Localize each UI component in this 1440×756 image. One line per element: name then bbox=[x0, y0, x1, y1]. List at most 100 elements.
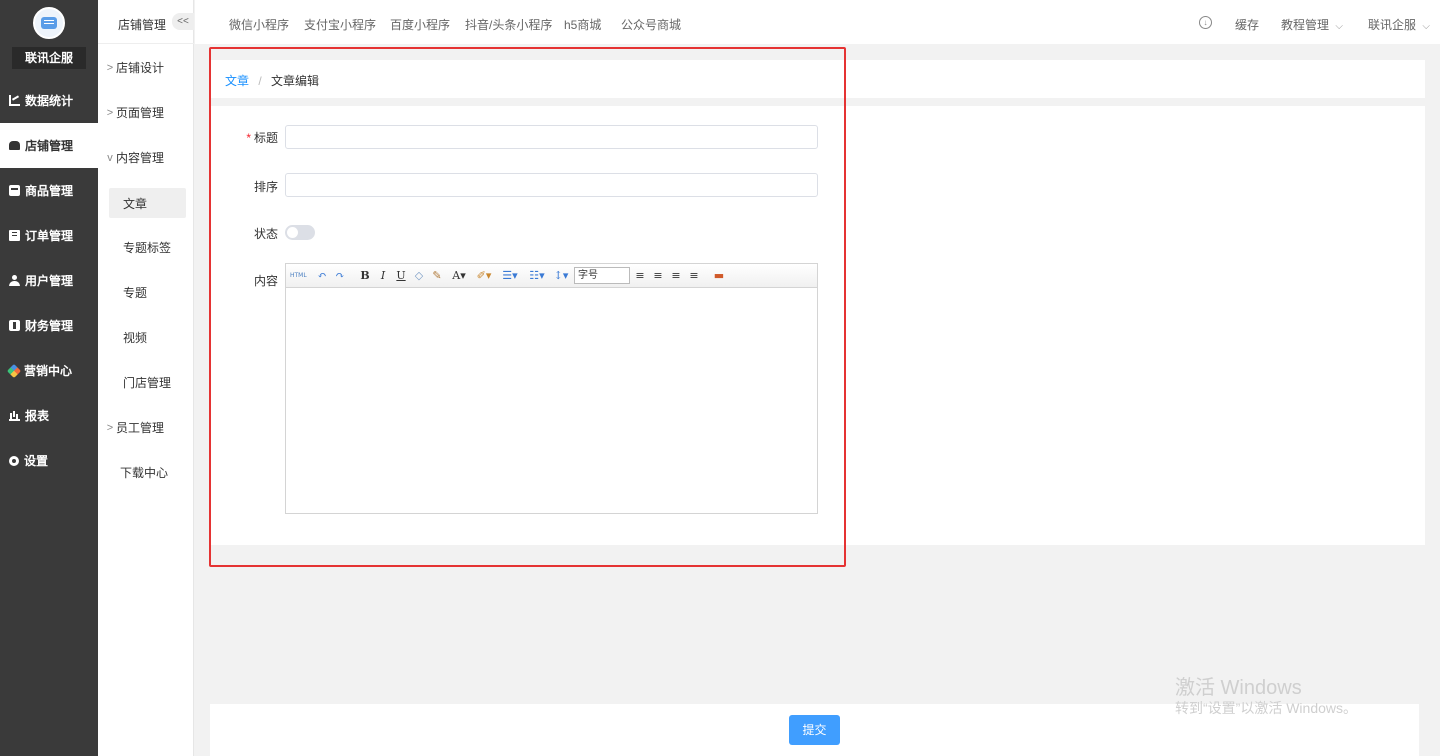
nav-item-label: 商品管理 bbox=[25, 184, 74, 198]
submit-button[interactable]: 提交 bbox=[789, 715, 840, 745]
rich-text-editor: HTML ↶ ↷ B I U ◇ ✎ A▾ ✐▾ ☰▾ ☷▾ ↕▾ 字号 ≡ ≡… bbox=[285, 263, 818, 514]
editor-toolbar: HTML ↶ ↷ B I U ◇ ✎ A▾ ✐▾ ☰▾ ☷▾ ↕▾ 字号 ≡ ≡… bbox=[286, 264, 817, 288]
unordered-list-icon[interactable]: ☷▾ bbox=[526, 268, 548, 283]
insert-image-icon[interactable]: ▬ bbox=[712, 268, 726, 283]
nav-item-goods[interactable]: 商品管理 bbox=[0, 168, 98, 213]
settings-icon bbox=[9, 455, 19, 466]
align-center-icon[interactable]: ≡ bbox=[652, 268, 664, 283]
align-left-icon[interactable]: ≡ bbox=[634, 268, 646, 283]
sub-sidebar-header: 店铺管理 << bbox=[98, 0, 194, 44]
editor-content-area[interactable] bbox=[286, 289, 817, 513]
chevron-right-icon: > bbox=[106, 421, 114, 434]
bold-icon[interactable]: B bbox=[359, 268, 371, 283]
align-justify-icon[interactable]: ≡ bbox=[688, 268, 700, 283]
sub-item-page-manage[interactable]: > 页面管理 bbox=[98, 90, 194, 135]
sub-item-topics[interactable]: 专题 bbox=[98, 270, 194, 315]
required-mark: * bbox=[246, 131, 251, 145]
nav-item-reports[interactable]: 报表 bbox=[0, 393, 98, 438]
status-toggle[interactable] bbox=[285, 225, 315, 240]
breadcrumb-articles-link[interactable]: 文章 bbox=[225, 74, 249, 88]
nav-item-settings[interactable]: 设置 bbox=[0, 438, 98, 483]
goods-icon bbox=[9, 185, 20, 196]
sub-item-label: 门店管理 bbox=[123, 376, 172, 390]
nav-item-label: 财务管理 bbox=[25, 319, 74, 333]
nav-item-label: 营销中心 bbox=[24, 364, 73, 378]
tutorial-menu[interactable]: 教程管理 ⌵ bbox=[1281, 16, 1343, 33]
sub-item-stores[interactable]: 门店管理 bbox=[98, 360, 194, 405]
nav-item-label: 用户管理 bbox=[25, 274, 74, 288]
sort-label: 排序 bbox=[253, 180, 278, 194]
nav-item-label: 订单管理 bbox=[25, 229, 74, 243]
top-tab-wechat[interactable]: 微信小程序 bbox=[229, 16, 289, 33]
sub-item-downloads[interactable]: 下载中心 bbox=[98, 450, 194, 495]
sub-item-content-manage[interactable]: v 内容管理 bbox=[98, 135, 194, 180]
nav-item-marketing[interactable]: 营销中心 bbox=[0, 348, 98, 393]
top-tab-official[interactable]: 公众号商城 bbox=[621, 16, 681, 33]
sub-item-staff[interactable]: > 员工管理 bbox=[98, 405, 194, 450]
breadcrumb-separator: / bbox=[258, 74, 262, 88]
font-size-select[interactable]: 字号 bbox=[574, 267, 630, 284]
chevron-down-icon: ⌵ bbox=[1335, 21, 1343, 32]
download-icon[interactable]: ↓ bbox=[1199, 16, 1212, 29]
top-tab-h5[interactable]: h5商城 bbox=[564, 16, 601, 33]
top-tab-baidu[interactable]: 百度小程序 bbox=[390, 16, 450, 33]
nav-item-users[interactable]: 用户管理 bbox=[0, 258, 98, 303]
nav-item-stats[interactable]: 数据统计 bbox=[0, 78, 98, 123]
activation-watermark-title: 激活 Windows bbox=[1175, 677, 1302, 699]
chevron-down-icon: ⌵ bbox=[1422, 21, 1430, 32]
redo-icon[interactable]: ↷ bbox=[334, 268, 346, 283]
format-brush-icon[interactable]: ✎ bbox=[431, 268, 443, 283]
sub-item-topic-tags[interactable]: 专题标签 bbox=[98, 225, 194, 270]
eraser-icon[interactable]: ◇ bbox=[413, 268, 425, 283]
sub-item-articles[interactable]: 文章 bbox=[109, 188, 186, 218]
sub-item-label: 文章 bbox=[123, 196, 148, 211]
sub-item-label: 内容管理 bbox=[116, 151, 165, 165]
nav-item-label: 设置 bbox=[24, 454, 49, 468]
content-label: 内容 bbox=[253, 274, 278, 288]
nav-item-label: 店铺管理 bbox=[25, 139, 74, 153]
undo-icon[interactable]: ↶ bbox=[316, 268, 328, 283]
chart-icon bbox=[9, 95, 20, 106]
nav-item-label: 报表 bbox=[25, 409, 50, 423]
sub-item-videos[interactable]: 视频 bbox=[98, 315, 194, 360]
nav-item-orders[interactable]: 订单管理 bbox=[0, 213, 98, 258]
title-input[interactable] bbox=[285, 125, 818, 149]
html-source-icon[interactable]: HTML bbox=[290, 268, 307, 283]
account-name: 联讯企服 bbox=[1368, 18, 1417, 32]
chevron-down-icon: v bbox=[107, 151, 113, 164]
sub-item-label: 专题 bbox=[123, 286, 148, 300]
sub-sidebar-title: 店铺管理 bbox=[118, 18, 167, 32]
sub-item-label: 视频 bbox=[123, 331, 148, 345]
user-icon bbox=[9, 275, 20, 286]
italic-icon[interactable]: I bbox=[377, 268, 389, 283]
sub-item-label: 下载中心 bbox=[120, 466, 169, 480]
sub-item-label: 页面管理 bbox=[116, 106, 165, 120]
sub-item-label: 店铺设计 bbox=[116, 61, 165, 75]
sort-input[interactable] bbox=[285, 173, 818, 197]
font-color-icon[interactable]: A▾ bbox=[449, 268, 469, 283]
top-bar: 微信小程序 支付宝小程序 百度小程序 抖音/头条小程序 h5商城 公众号商城 ↓… bbox=[195, 0, 1440, 44]
top-tab-alipay[interactable]: 支付宝小程序 bbox=[304, 16, 376, 33]
underline-icon[interactable]: U bbox=[395, 268, 407, 283]
top-tab-douyin[interactable]: 抖音/头条小程序 bbox=[465, 16, 552, 33]
breadcrumb-current: 文章编辑 bbox=[271, 74, 320, 88]
highlight-icon[interactable]: ✐▾ bbox=[474, 268, 494, 283]
sub-item-label: 员工管理 bbox=[116, 421, 165, 435]
logo-icon[interactable] bbox=[33, 7, 65, 39]
account-menu[interactable]: 联讯企服 ⌵ bbox=[1368, 16, 1430, 33]
collapse-sidebar-button[interactable]: << bbox=[172, 13, 194, 30]
activation-watermark-subtitle: 转到“设置”以激活 Windows。 bbox=[1175, 700, 1358, 716]
nav-item-shop[interactable]: 店铺管理 bbox=[0, 123, 98, 168]
nav-item-finance[interactable]: 财务管理 bbox=[0, 303, 98, 348]
align-right-icon[interactable]: ≡ bbox=[670, 268, 682, 283]
sub-item-shop-design[interactable]: > 店铺设计 bbox=[98, 45, 194, 90]
brand-name: 联讯企服 bbox=[12, 47, 86, 69]
tutorial-label: 教程管理 bbox=[1281, 18, 1330, 32]
cache-link[interactable]: 缓存 bbox=[1235, 16, 1259, 33]
ordered-list-icon[interactable]: ☰▾ bbox=[499, 268, 521, 283]
article-form: * 标题 排序 状态 内容 HTML ↶ ↷ B I U ◇ ✎ A▾ ✐▾ ☰▾… bbox=[210, 106, 1425, 545]
line-height-icon[interactable]: ↕▾ bbox=[551, 268, 571, 283]
report-icon bbox=[9, 410, 20, 421]
toggle-knob bbox=[287, 227, 298, 238]
marketing-icon bbox=[6, 363, 22, 378]
